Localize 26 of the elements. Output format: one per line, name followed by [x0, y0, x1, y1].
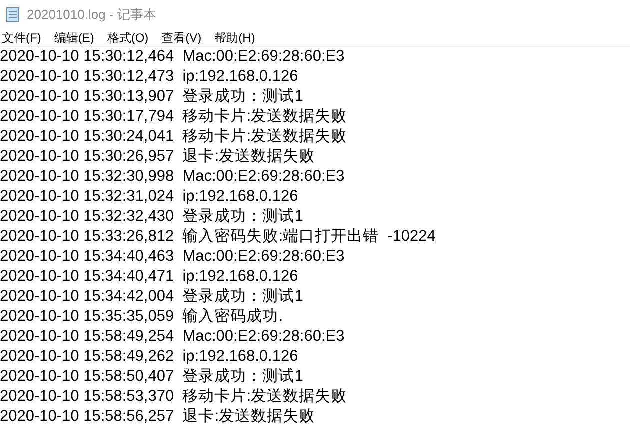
menu-item[interactable]: 帮助(H) [214, 29, 256, 47]
menu-item[interactable]: 编辑(E) [54, 29, 94, 47]
log-line: 2020-10-10 15:32:32,430 登录成功：测试1 [0, 207, 304, 227]
log-line: 2020-10-10 15:34:42,004 登录成功：测试1 [0, 287, 304, 307]
log-line: 2020-10-10 15:30:26,957 退卡:发送数据失败 [0, 147, 316, 167]
log-line: 2020-10-10 15:58:50,407 登录成功：测试1 [0, 367, 304, 387]
window-title: 20201010.log - 记事本 [27, 6, 156, 24]
log-line: 2020-10-10 15:30:13,907 登录成功：测试1 [0, 87, 304, 107]
log-line: 2020-10-10 15:58:53,370 移动卡片:发送数据失败 [0, 387, 348, 407]
log-line: 2020-10-10 15:30:12,473 ip:192.168.0.126 [0, 67, 298, 87]
log-line: 2020-10-10 15:35:35,059 输入密码成功. [0, 307, 284, 327]
log-line: 2020-10-10 15:58:49,262 ip:192.168.0.126 [0, 347, 298, 367]
notepad-icon [5, 7, 21, 23]
log-line: 2020-10-10 15:30:24,041 移动卡片:发送数据失败 [0, 127, 348, 147]
log-line: 2020-10-10 15:30:17,794 移动卡片:发送数据失败 [0, 107, 348, 127]
log-line: 2020-10-10 15:30:12,464 Mac:00:E2:69:28:60:E3 [0, 47, 345, 67]
menu-item[interactable]: 文件(F) [2, 29, 42, 47]
log-line: 2020-10-10 15:32:30,998 Mac:00:E2:69:28:60:E3 [0, 167, 345, 187]
log-line: 2020-10-10 15:32:31,024 ip:192.168.0.126 [0, 187, 298, 207]
menu-item[interactable]: 查看(V) [162, 29, 202, 47]
menu-item[interactable]: 格式(O) [107, 29, 149, 47]
log-line: 2020-10-10 15:58:56,257 退卡:发送数据失败 [0, 407, 316, 427]
log-line: 2020-10-10 15:33:26,812 输入密码失败:端口打开出错 -10224 [0, 227, 436, 247]
log-line: 2020-10-10 15:58:49,254 Mac:00:E2:69:28:60:E3 [0, 327, 345, 347]
log-line: 2020-10-10 15:34:40,471 ip:192.168.0.126 [0, 267, 298, 287]
log-line: 2020-10-10 15:34:40,463 Mac:00:E2:69:28:60:E3 [0, 247, 345, 267]
